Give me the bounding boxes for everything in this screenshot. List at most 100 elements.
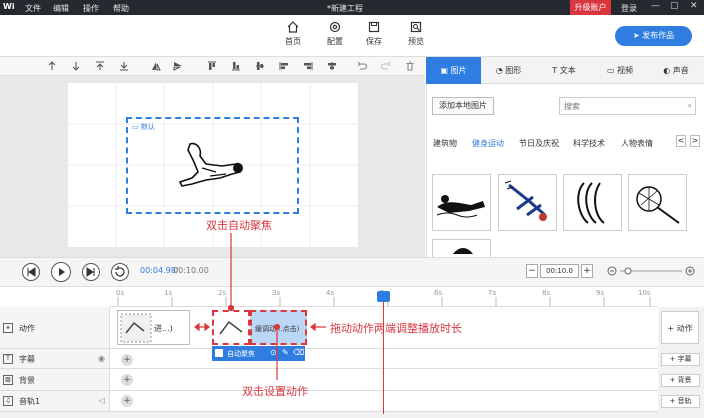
menu-operate[interactable]: 操作 (83, 3, 99, 14)
track-subtitle[interactable] (110, 349, 658, 369)
subtitle-track-icon: T (3, 353, 13, 364)
move-down-icon[interactable] (71, 61, 81, 71)
category-prev-button[interactable]: < (676, 135, 686, 147)
edit-icon[interactable]: ✎ (282, 348, 289, 357)
category-buildings[interactable]: 建筑物 (433, 138, 457, 149)
category-next-button[interactable]: > (690, 135, 700, 147)
save-label: 保存 (366, 37, 382, 46)
align-center-icon[interactable] (327, 61, 337, 71)
menu-file[interactable]: 文件 (25, 3, 41, 14)
bring-front-icon[interactable] (95, 61, 105, 71)
move-up-icon[interactable] (47, 61, 57, 71)
config-label: 配置 (327, 37, 343, 46)
zoom-slider[interactable] (606, 265, 698, 277)
asset-tabs: ▣ 图片 ◔ 图形 T 文本 ▭ 视频 ◐ 声音 (426, 57, 704, 84)
clip-label: 进...) (154, 324, 173, 333)
search-icon[interactable]: ⌕ (688, 101, 692, 111)
focus-region-text: 默认 (140, 123, 155, 131)
audio-track-icon: ♫ (3, 396, 13, 406)
add-subtitle-button[interactable]: + 字幕 (661, 353, 700, 366)
asset-thumb-diver[interactable] (498, 174, 557, 231)
add-local-image-button[interactable]: 添加本地图片 (432, 97, 494, 115)
login-button[interactable]: 登录 (621, 3, 637, 14)
diver-image (504, 180, 547, 221)
auto-focus-checkbox[interactable] (215, 349, 223, 357)
config-button[interactable]: 配置 (320, 21, 350, 47)
publish-button[interactable]: ➤ 发布作品 (615, 26, 692, 46)
action-clip-3[interactable]: 缓调动...点击) (250, 310, 307, 345)
align-top-icon[interactable] (207, 61, 217, 71)
duration-plus-button[interactable]: + (581, 264, 593, 278)
add-background-button[interactable]: + 背景 (661, 374, 700, 387)
asset-thumb-net[interactable] (628, 174, 687, 231)
track-label-audio: ♫ 音轨1 ◁ (0, 391, 110, 412)
category-fitness[interactable]: 健身运动 (472, 138, 504, 149)
menu-edit[interactable]: 编辑 (53, 3, 69, 14)
maximize-icon[interactable]: ▢ (670, 1, 679, 11)
flip-horizontal-icon[interactable] (151, 61, 161, 71)
clip-label: 缓调动...点击) (255, 325, 300, 333)
upgrade-account-button[interactable]: 升级账户 (570, 0, 611, 15)
playhead-handle[interactable] (377, 291, 390, 302)
action-clip-1[interactable]: 进...) (117, 310, 190, 345)
ruler-tick: 4s (326, 289, 335, 297)
tab-image[interactable]: ▣ 图片 (426, 57, 481, 84)
close-icon[interactable]: ✕ (690, 1, 698, 11)
clip-thumbnail (219, 320, 243, 335)
play-icon (59, 268, 65, 276)
playback-bar (0, 257, 704, 287)
action-clip-2[interactable] (212, 310, 250, 345)
send-back-icon[interactable] (119, 61, 129, 71)
track-background[interactable] (110, 369, 658, 391)
add-audio-button[interactable]: + 音轨 (661, 395, 700, 408)
add-background-plus[interactable]: + (121, 374, 133, 386)
asset-search[interactable]: ⌕ (559, 97, 696, 115)
menu-help[interactable]: 帮助 (113, 3, 129, 14)
sound-icon: ◐ (663, 66, 673, 75)
add-action-button[interactable]: + 动作 (661, 311, 699, 344)
duration-field[interactable]: 00:10.0 (540, 264, 579, 278)
align-right-icon[interactable] (303, 61, 313, 71)
category-faces[interactable]: 人物表情 (621, 138, 653, 149)
flip-vertical-icon[interactable] (173, 61, 183, 71)
undo-icon[interactable] (357, 61, 367, 71)
align-left-icon[interactable] (279, 61, 289, 71)
eye-icon[interactable]: ◉ (98, 354, 105, 363)
tab-sound[interactable]: ◐ 声音 (648, 57, 704, 84)
clip-popup-bar: 自动聚焦 ⊙ ✎ ⌫ (212, 346, 305, 361)
prev-frame-button[interactable] (22, 263, 40, 281)
canvas-toolbar (0, 57, 425, 76)
add-subtitle-plus[interactable]: + (121, 354, 133, 366)
tab-shape[interactable]: ◔ 图形 (481, 57, 536, 84)
add-audio-plus[interactable]: + (121, 395, 133, 407)
redo-icon[interactable] (381, 61, 391, 71)
next-frame-button[interactable] (82, 263, 100, 281)
tab-video[interactable]: ▭ 视频 (592, 57, 648, 84)
replay-button[interactable] (111, 263, 129, 281)
asset-search-input[interactable] (564, 100, 674, 112)
trash-icon[interactable]: ⌫ (293, 348, 304, 357)
skip-back-icon (27, 267, 36, 277)
category-science[interactable]: 科学技术 (573, 138, 605, 149)
align-middle-icon[interactable] (255, 61, 265, 71)
volume-icon[interactable]: ◁ (99, 396, 105, 405)
asset-thumb-rope[interactable] (563, 174, 622, 231)
track-audio[interactable] (110, 391, 658, 412)
delete-icon[interactable] (405, 61, 415, 71)
home-label: 首页 (285, 37, 301, 46)
preview-button[interactable]: 预览 (401, 21, 431, 47)
asset-thumb-partial[interactable] (432, 239, 491, 257)
minimize-icon[interactable]: — (651, 1, 660, 11)
settings-icon[interactable]: ⊙ (270, 348, 277, 357)
home-button[interactable]: 首页 (278, 21, 308, 47)
save-button[interactable]: 保存 (359, 21, 389, 47)
tab-text[interactable]: T 文本 (536, 57, 592, 84)
fitness-figure-image[interactable] (176, 138, 248, 190)
action-track-icon: ⚹ (3, 322, 13, 333)
play-button[interactable] (51, 262, 71, 282)
category-festivals[interactable]: 节日及庆祝 (519, 138, 559, 149)
duration-minus-button[interactable]: − (526, 264, 538, 278)
align-bottom-icon[interactable] (231, 61, 241, 71)
asset-thumb-swimmer[interactable] (432, 174, 491, 231)
text-icon: T (552, 66, 560, 75)
